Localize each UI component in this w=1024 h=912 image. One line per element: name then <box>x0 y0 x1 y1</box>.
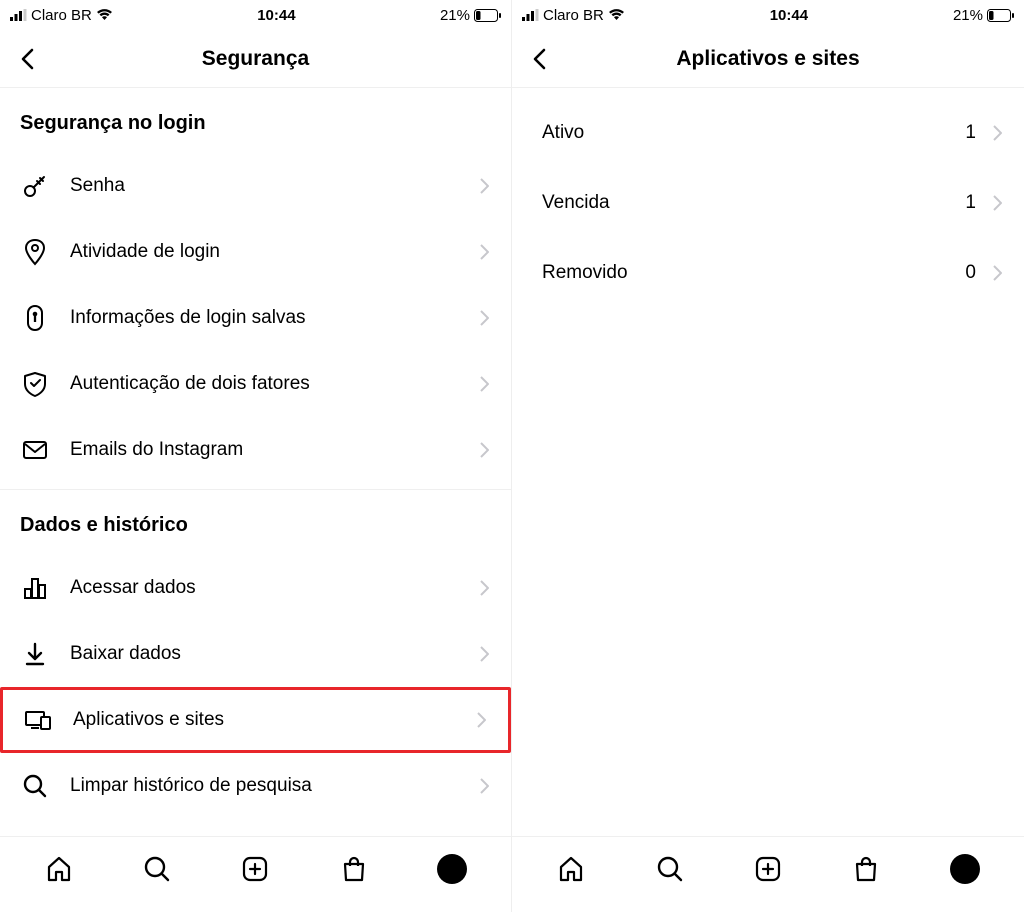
battery-percent: 21% <box>953 7 983 24</box>
row-label: Acessar dados <box>70 577 477 599</box>
carrier-label: Claro BR <box>31 7 92 24</box>
chevron-right-icon <box>990 126 1004 140</box>
chevron-right-icon <box>477 581 491 595</box>
chevron-right-icon <box>477 779 491 793</box>
devices-icon <box>23 705 53 735</box>
chevron-right-icon <box>990 266 1004 280</box>
page-header: Segurança <box>0 30 511 88</box>
row-active[interactable]: Ativo 1 <box>512 98 1024 168</box>
download-icon <box>20 639 50 669</box>
keyhole-icon <box>20 303 50 333</box>
shop-tab[interactable] <box>339 854 369 884</box>
avatar <box>437 854 467 884</box>
status-bar: Claro BR 10:44 21% <box>0 0 511 30</box>
battery-percent: 21% <box>440 7 470 24</box>
row-download-data[interactable]: Baixar dados <box>0 621 511 687</box>
chevron-right-icon <box>477 647 491 661</box>
page-title: Aplicativos e sites <box>676 47 859 71</box>
row-clear-search-history[interactable]: Limpar histórico de pesquisa <box>0 753 511 819</box>
signal-icon <box>522 9 539 21</box>
row-label: Limpar histórico de pesquisa <box>70 775 477 797</box>
search-icon <box>20 771 50 801</box>
apps-sites-list: Ativo 1 Vencida 1 Removido 0 <box>512 88 1024 836</box>
row-count: 1 <box>965 122 976 144</box>
row-label: Autenticação de dois fatores <box>70 373 477 395</box>
status-bar: Claro BR 10:44 21% <box>512 0 1024 30</box>
row-label: Baixar dados <box>70 643 477 665</box>
shop-tab[interactable] <box>851 854 881 884</box>
row-count: 1 <box>965 192 976 214</box>
wifi-icon <box>96 9 113 21</box>
shield-check-icon <box>20 369 50 399</box>
profile-tab[interactable] <box>437 854 467 884</box>
chevron-right-icon <box>474 713 488 727</box>
location-pin-icon <box>20 237 50 267</box>
profile-tab[interactable] <box>950 854 980 884</box>
row-label: Senha <box>70 175 477 197</box>
section-header-login-security: Segurança no login <box>0 88 511 153</box>
row-label: Removido <box>542 262 965 284</box>
row-label: Atividade de login <box>70 241 477 263</box>
search-tab[interactable] <box>655 854 685 884</box>
bottom-tab-bar <box>512 836 1024 912</box>
back-button[interactable] <box>14 45 42 73</box>
row-access-data[interactable]: Acessar dados <box>0 555 511 621</box>
chevron-right-icon <box>477 311 491 325</box>
mail-icon <box>20 435 50 465</box>
row-saved-login-info[interactable]: Informações de login salvas <box>0 285 511 351</box>
page-title: Segurança <box>202 47 309 71</box>
avatar <box>950 854 980 884</box>
row-two-factor-auth[interactable]: Autenticação de dois fatores <box>0 351 511 417</box>
chevron-right-icon <box>477 245 491 259</box>
battery-icon <box>987 9 1014 22</box>
security-settings-list: Segurança no login Senha Atividade de lo… <box>0 88 511 836</box>
create-tab[interactable] <box>753 854 783 884</box>
left-phone: Claro BR 10:44 21% Segurança Seg <box>0 0 512 912</box>
bar-chart-icon <box>20 573 50 603</box>
row-label: Informações de login salvas <box>70 307 477 329</box>
row-label: Aplicativos e sites <box>73 709 474 731</box>
row-label: Vencida <box>542 192 965 214</box>
row-instagram-emails[interactable]: Emails do Instagram <box>0 417 511 483</box>
key-icon <box>20 171 50 201</box>
row-label: Emails do Instagram <box>70 439 477 461</box>
row-removed[interactable]: Removido 0 <box>512 238 1024 308</box>
wifi-icon <box>608 9 625 21</box>
back-button[interactable] <box>526 45 554 73</box>
row-count: 0 <box>965 262 976 284</box>
row-expired[interactable]: Vencida 1 <box>512 168 1024 238</box>
chevron-right-icon <box>477 377 491 391</box>
battery-icon <box>474 9 501 22</box>
right-phone: Claro BR 10:44 21% Aplicativos e sites <box>512 0 1024 912</box>
home-tab[interactable] <box>44 854 74 884</box>
row-apps-and-websites[interactable]: Aplicativos e sites <box>0 687 511 753</box>
time-label: 10:44 <box>770 7 808 24</box>
bottom-tab-bar <box>0 836 511 912</box>
carrier-label: Claro BR <box>543 7 604 24</box>
home-tab[interactable] <box>556 854 586 884</box>
row-password[interactable]: Senha <box>0 153 511 219</box>
chevron-right-icon <box>990 196 1004 210</box>
row-label: Ativo <box>542 122 965 144</box>
time-label: 10:44 <box>257 7 295 24</box>
chevron-right-icon <box>477 179 491 193</box>
page-header: Aplicativos e sites <box>512 30 1024 88</box>
chevron-right-icon <box>477 443 491 457</box>
signal-icon <box>10 9 27 21</box>
row-login-activity[interactable]: Atividade de login <box>0 219 511 285</box>
search-tab[interactable] <box>142 854 172 884</box>
section-header-data-history: Dados e histórico <box>0 490 511 555</box>
create-tab[interactable] <box>240 854 270 884</box>
